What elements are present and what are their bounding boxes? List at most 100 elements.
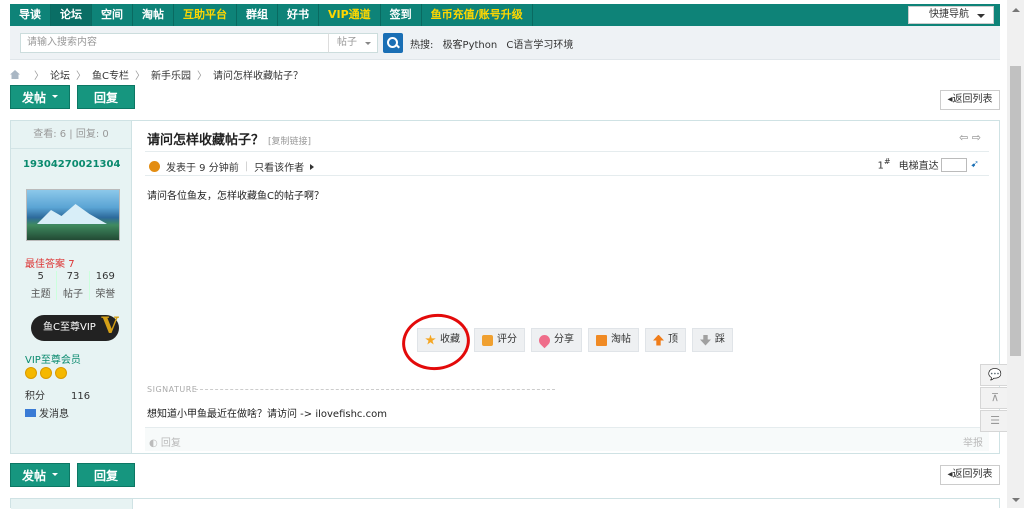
report-link[interactable]: 举报: [963, 434, 983, 449]
nav-item[interactable]: 论坛: [51, 4, 92, 26]
author-sidebar: 查看: 6 | 回复: 0 19304270021304 最佳答案 7 5 主题 …: [11, 121, 132, 453]
separator: |: [244, 161, 249, 172]
scrollbar-thumb[interactable]: [1010, 66, 1021, 356]
vip-title[interactable]: VIP至尊会员: [25, 351, 81, 366]
breadcrumb-link[interactable]: 鱼C专栏: [92, 67, 129, 82]
post-title-text: 请问怎样收藏帖子？: [147, 133, 265, 148]
avatar[interactable]: [26, 189, 120, 241]
hot-term-link[interactable]: C语言学习环境: [506, 40, 573, 51]
breadcrumb-link[interactable]: 新手乐园: [151, 67, 191, 82]
divider: [195, 389, 555, 390]
view-reply-stats: 查看: 6 | 回复: 0: [11, 121, 131, 149]
back-to-list-button[interactable]: ◂返回列表: [940, 90, 1000, 110]
post-action-box[interactable]: 淘帖: [588, 328, 639, 352]
count-label: 主题: [30, 289, 51, 300]
next-post-container: [10, 498, 1000, 509]
nav-item[interactable]: 空间: [92, 4, 133, 26]
top-nav: 导读 论坛 空间 淘帖 互助平台 群组 好书 VIP通道 签到 鱼币充值/账号升级 快捷导航: [10, 4, 1000, 26]
signature-text: 想知道小甲鱼最近在做啥？请访问 -> ilovefishc.com: [147, 409, 387, 420]
floor-jump: 1# 电梯直达 ➹: [878, 157, 979, 172]
nav-item[interactable]: 好书: [278, 4, 319, 26]
breadcrumb-separator: 〉: [34, 71, 44, 82]
arrow-up-icon: [653, 334, 664, 346]
count-value: 169: [95, 271, 115, 282]
feedback-icon[interactable]: 💬: [980, 364, 1010, 386]
reply-link-label: 回复: [160, 438, 181, 449]
post-main: 请问怎样收藏帖子？ [复制链接] ⇦ ⇨ 发表于 9 分钟前 | 只看该作者 1#…: [133, 121, 999, 453]
post-meta: 发表于 9 分钟前 | 只看该作者: [149, 159, 317, 174]
post-action-arrow-down[interactable]: 踩: [692, 328, 733, 352]
reply-link[interactable]: ◐ 回复: [149, 434, 181, 449]
post-action-label: 分享: [554, 334, 574, 345]
search-input[interactable]: 请输入搜索内容: [20, 33, 330, 53]
medals: [25, 367, 70, 379]
hot-searches: 热搜: 极客Python C语言学习环境: [410, 36, 579, 51]
prev-next-icons: ⇦ ⇨: [959, 131, 981, 144]
chevron-down-icon: [52, 473, 58, 479]
breadcrumb-link[interactable]: 论坛: [50, 67, 70, 82]
search-type-select[interactable]: 帖子: [328, 33, 378, 53]
breadcrumb-current[interactable]: 请问怎样收藏帖子？: [213, 67, 303, 82]
vip-badge: 鱼C至尊VIP: [31, 311, 123, 341]
post-body: 请问各位鱼友，怎样收藏鱼C的帖子啊？: [147, 191, 324, 202]
count-label: 帖子: [62, 289, 83, 300]
play-icon[interactable]: [310, 163, 317, 170]
home-icon[interactable]: [10, 70, 20, 79]
breadcrumb: 〉 论坛 〉 鱼C专栏 〉 新手乐园 〉 请问怎样收藏帖子？: [10, 67, 303, 82]
count-honor[interactable]: 169 荣誉: [90, 271, 121, 300]
thumb-icon: [482, 334, 493, 346]
best-answer: 最佳答案 7: [25, 255, 75, 270]
post-action-heart[interactable]: 分享: [531, 328, 582, 352]
jump-go-icon[interactable]: ➹: [971, 159, 979, 170]
nav-item[interactable]: 互助平台: [174, 4, 237, 26]
nav-item[interactable]: 签到: [381, 4, 422, 26]
post-title: 请问怎样收藏帖子？ [复制链接]: [147, 129, 311, 148]
reply-button[interactable]: 回复: [77, 463, 135, 487]
post-action-label: 顶: [668, 334, 678, 345]
nav-item[interactable]: 导读: [10, 4, 51, 26]
prev-thread-icon[interactable]: ⇦: [959, 131, 968, 144]
scrollbar[interactable]: [1007, 0, 1024, 508]
next-thread-icon[interactable]: ⇨: [972, 131, 981, 144]
heart-icon: [536, 332, 553, 348]
new-post-button[interactable]: 发帖: [10, 463, 70, 487]
new-post-label: 发帖: [21, 91, 46, 105]
best-answer-count: 7: [68, 259, 75, 270]
back-to-top-icon[interactable]: ⊼: [980, 387, 1010, 409]
box-icon: [596, 334, 607, 346]
nav-item[interactable]: 群组: [237, 4, 278, 26]
search-icon[interactable]: [383, 33, 403, 53]
post-time: 发表于 9 分钟前: [166, 163, 239, 174]
post-action-arrow-up[interactable]: 顶: [645, 328, 686, 352]
breadcrumb-separator: 〉: [76, 71, 86, 82]
medal-icon[interactable]: [40, 367, 52, 379]
author-name-link[interactable]: 19304270021304: [11, 149, 131, 181]
new-post-button[interactable]: 发帖: [10, 85, 70, 109]
count-posts[interactable]: 73 帖子: [57, 271, 90, 300]
quick-nav-dropdown[interactable]: 快捷导航: [908, 6, 994, 24]
search-bar: 请输入搜索内容 帖子 热搜: 极客Python C语言学习环境: [10, 26, 1000, 60]
breadcrumb-separator: 〉: [196, 71, 207, 82]
count-label: 荣誉: [95, 289, 116, 300]
count-topics[interactable]: 5 主题: [25, 271, 58, 300]
list-icon[interactable]: ☰: [980, 410, 1010, 432]
post-action-thumb[interactable]: 评分: [474, 328, 525, 352]
floor-jump-input[interactable]: [940, 157, 967, 172]
scroll-up-icon[interactable]: [1012, 4, 1020, 12]
post-action-label: 踩: [715, 334, 725, 345]
scroll-down-icon[interactable]: [1012, 498, 1020, 506]
reply-button[interactable]: 回复: [77, 85, 135, 109]
hot-term-link[interactable]: 极客Python: [443, 40, 498, 51]
nav-item[interactable]: 鱼币充值/账号升级: [422, 4, 533, 26]
author-counts: 5 主题 73 帖子 169 荣誉: [25, 271, 121, 300]
back-to-list-button[interactable]: ◂返回列表: [940, 465, 1000, 485]
nav-item[interactable]: 淘帖: [133, 4, 174, 26]
author-only-link[interactable]: 只看该作者: [254, 159, 304, 174]
send-message-link[interactable]: 发消息: [25, 405, 69, 420]
nav-item[interactable]: VIP通道: [319, 4, 381, 26]
mail-icon: [25, 408, 36, 417]
medal-icon[interactable]: [55, 367, 67, 379]
score-value: 116: [71, 391, 91, 402]
copy-link[interactable]: [复制链接]: [268, 137, 311, 147]
medal-icon[interactable]: [25, 367, 37, 379]
